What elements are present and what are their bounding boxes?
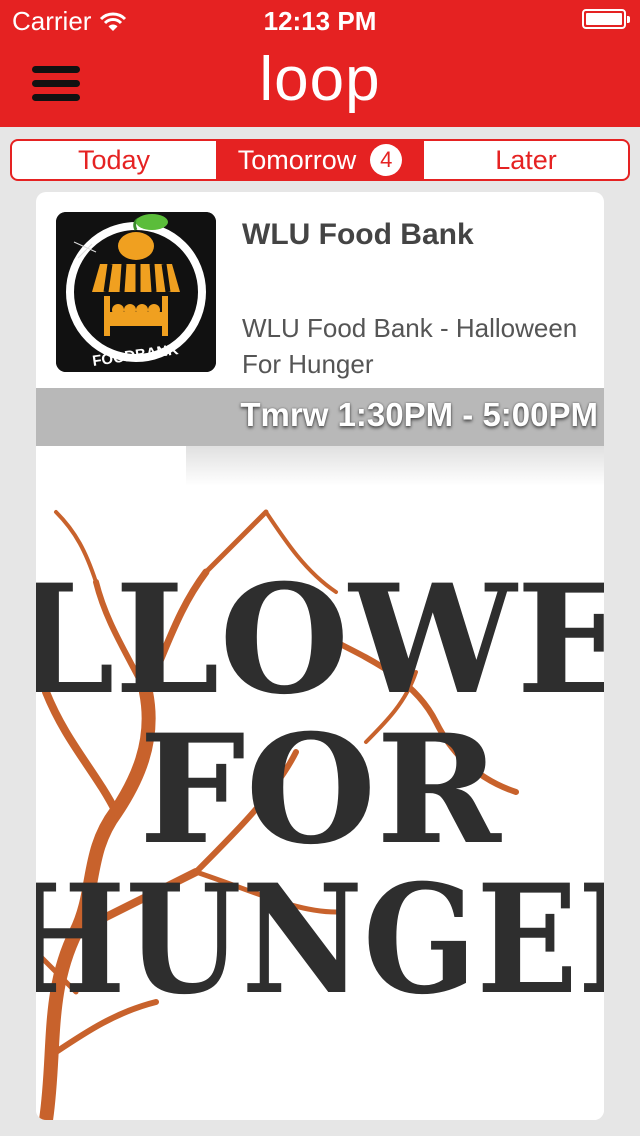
count-badge: 4 — [370, 144, 403, 176]
app-header: Carrier 12:13 PM loop — [0, 0, 640, 127]
time-band: Tmrw 1:30PM - 5:00PM — [36, 388, 604, 446]
event-card[interactable]: FOODBANK WLU Food Bank WLU Food Bank - H… — [36, 192, 604, 1120]
event-time: Tmrw 1:30PM - 5:00PM — [240, 396, 598, 433]
event-image: LLOWE FOR HUNGEI — [36, 492, 604, 1120]
tab-today-label: Today — [77, 144, 151, 175]
status-bar: Carrier 12:13 PM — [0, 0, 640, 40]
tab-later[interactable]: Later — [424, 141, 628, 179]
tab-today[interactable]: Today — [12, 141, 218, 179]
day-tabs: Today Tomorrow 4 Later — [10, 139, 630, 181]
halloween-poster: LLOWE FOR HUNGEI — [36, 492, 604, 1120]
foodbank-logo: FOODBANK — [56, 212, 216, 372]
poster-line-3: HUNGEI — [36, 852, 604, 1028]
tab-later-label: Later — [495, 144, 557, 175]
band-shadow — [186, 446, 604, 486]
tab-tomorrow-label: Tomorrow — [237, 144, 357, 175]
app-logo: loop — [259, 45, 381, 114]
event-description: WLU Food Bank - Halloween For Hunger — [242, 313, 578, 379]
status-time: 12:13 PM — [263, 6, 377, 36]
org-title: WLU Food Bank — [242, 218, 474, 251]
org-thumbnail: FOODBANK — [56, 212, 216, 372]
battery-icon — [582, 9, 630, 29]
tab-tomorrow[interactable]: Tomorrow 4 — [218, 141, 424, 179]
